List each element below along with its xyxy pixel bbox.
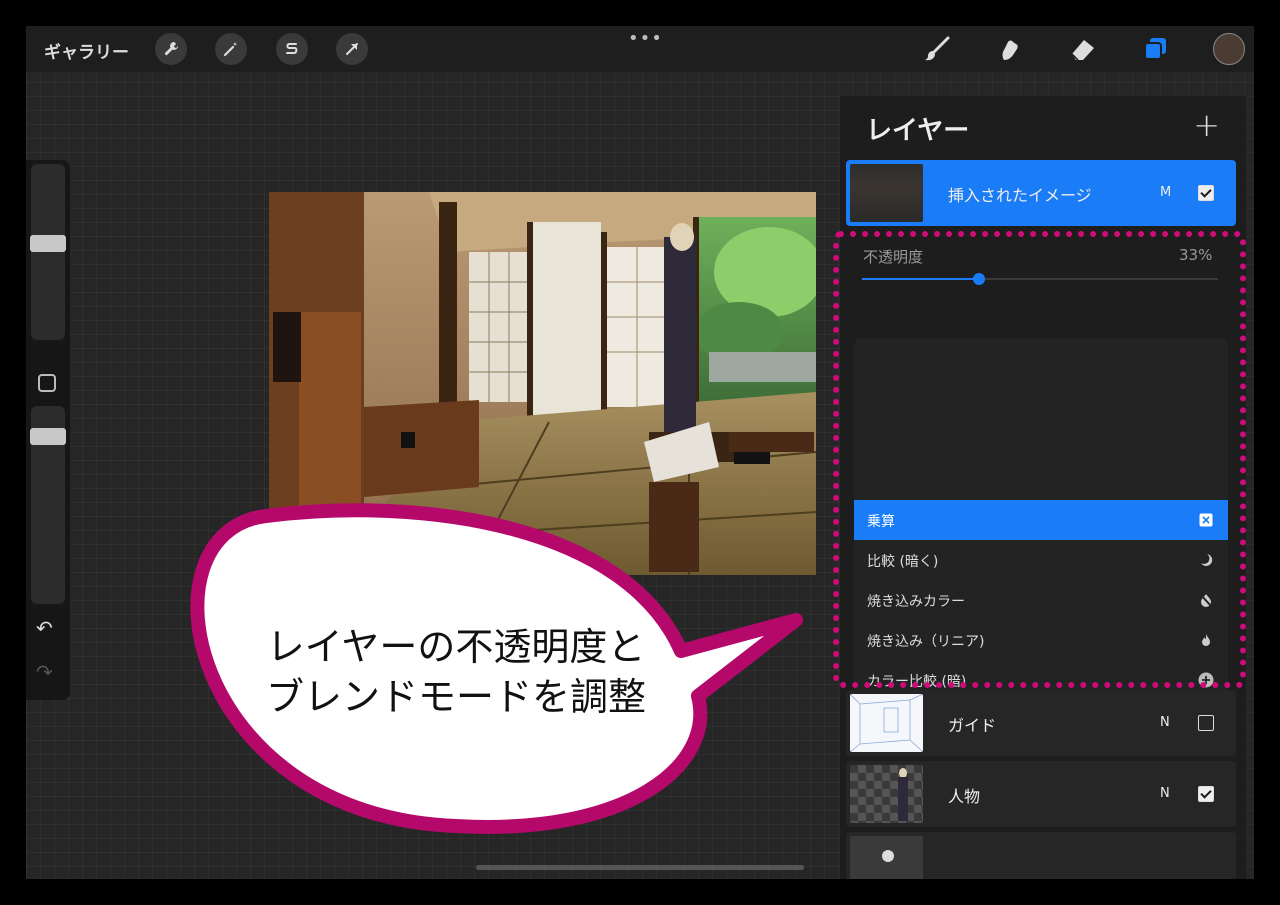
add-layer-button[interactable]: +: [1193, 106, 1220, 144]
transform-arrow-icon[interactable]: [336, 33, 368, 65]
layer-blend-mode-button[interactable]: N: [1160, 786, 1170, 801]
left-sidebar: ↶ ↷: [26, 160, 70, 700]
layers-panel-title: レイヤー: [866, 116, 970, 146]
layer-thumbnail: [850, 164, 923, 222]
layer-name: ガイド: [948, 716, 997, 735]
layer-name: 人物: [948, 787, 981, 806]
layer-blend-mode-button[interactable]: M: [1160, 185, 1171, 200]
layer-visibility-checkbox[interactable]: [1198, 185, 1214, 201]
layer-visibility-checkbox[interactable]: [1198, 786, 1214, 802]
top-toolbar: ギャラリー •••: [26, 26, 1254, 72]
layer-thumbnail: [850, 765, 923, 823]
layer-thumbnail: [850, 836, 923, 879]
redo-icon[interactable]: ↷: [36, 660, 53, 684]
magic-wand-icon[interactable]: [215, 33, 247, 65]
brush-opacity-knob[interactable]: [30, 428, 66, 445]
layer-name: 挿入されたイメージ: [948, 186, 1092, 205]
selection-icon[interactable]: [276, 33, 308, 65]
highlight-frame: [833, 231, 1246, 688]
wrench-icon[interactable]: [155, 33, 187, 65]
layer-blend-mode-button[interactable]: N: [1160, 715, 1170, 730]
home-indicator: [476, 865, 804, 870]
eraser-icon[interactable]: [1066, 32, 1100, 66]
procreate-app: ギャラリー ••• ↶ ↷ レイヤー + 挿入されたイメージ M 不透明度 33…: [26, 26, 1254, 879]
layer-visibility-checkbox[interactable]: [1198, 715, 1214, 731]
callout-line-2: ブレンドモードを調整: [265, 675, 646, 719]
layer-row-inserted-image[interactable]: 挿入されたイメージ M: [846, 160, 1236, 226]
smudge-icon[interactable]: [992, 32, 1026, 66]
layers-icon[interactable]: [1139, 32, 1173, 66]
brush-size-knob[interactable]: [30, 235, 66, 252]
more-options-icon[interactable]: •••: [628, 28, 663, 49]
canvas-artwork[interactable]: [269, 192, 816, 575]
modify-button[interactable]: [38, 374, 56, 392]
callout-line-1: レイヤーの不透明度と: [266, 625, 646, 669]
layer-row-person[interactable]: 人物 N: [846, 761, 1236, 827]
color-picker-button[interactable]: [1213, 33, 1245, 65]
undo-icon[interactable]: ↶: [36, 616, 53, 640]
layer-thumbnail: [850, 694, 923, 752]
gallery-button[interactable]: ギャラリー: [44, 38, 129, 63]
brush-size-slider[interactable]: [31, 164, 65, 340]
layer-row-guide[interactable]: ガイド N: [846, 690, 1236, 756]
brush-icon[interactable]: [920, 32, 954, 66]
layer-row-background[interactable]: [846, 832, 1236, 879]
callout-text: レイヤーの不透明度と ブレンドモードを調整: [226, 622, 686, 722]
